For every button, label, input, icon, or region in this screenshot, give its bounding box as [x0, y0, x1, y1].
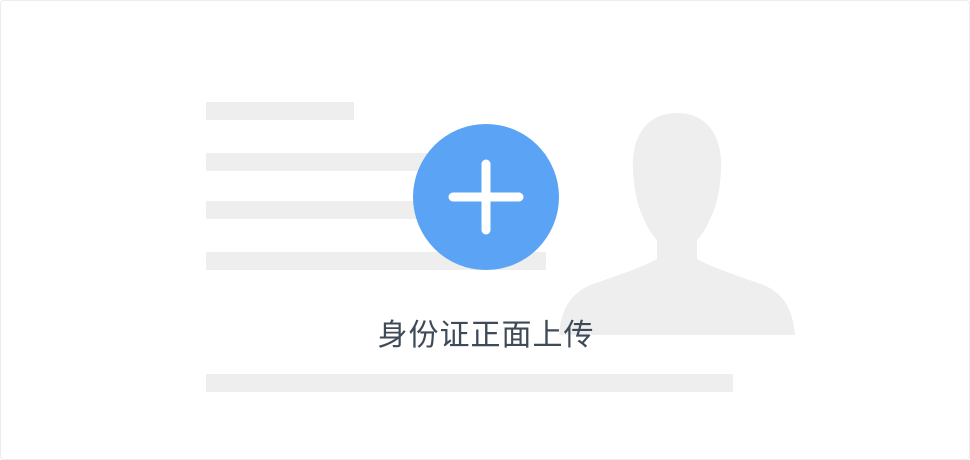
- add-upload-button[interactable]: [413, 124, 559, 270]
- plus-icon: [448, 159, 524, 235]
- id-card-front-upload-area[interactable]: 身份证正面上传: [0, 0, 970, 460]
- upload-label: 身份证正面上传: [377, 318, 595, 353]
- card-placeholder-line: [206, 102, 354, 120]
- card-placeholder-line: [206, 374, 733, 392]
- person-silhouette-icon: [559, 113, 795, 335]
